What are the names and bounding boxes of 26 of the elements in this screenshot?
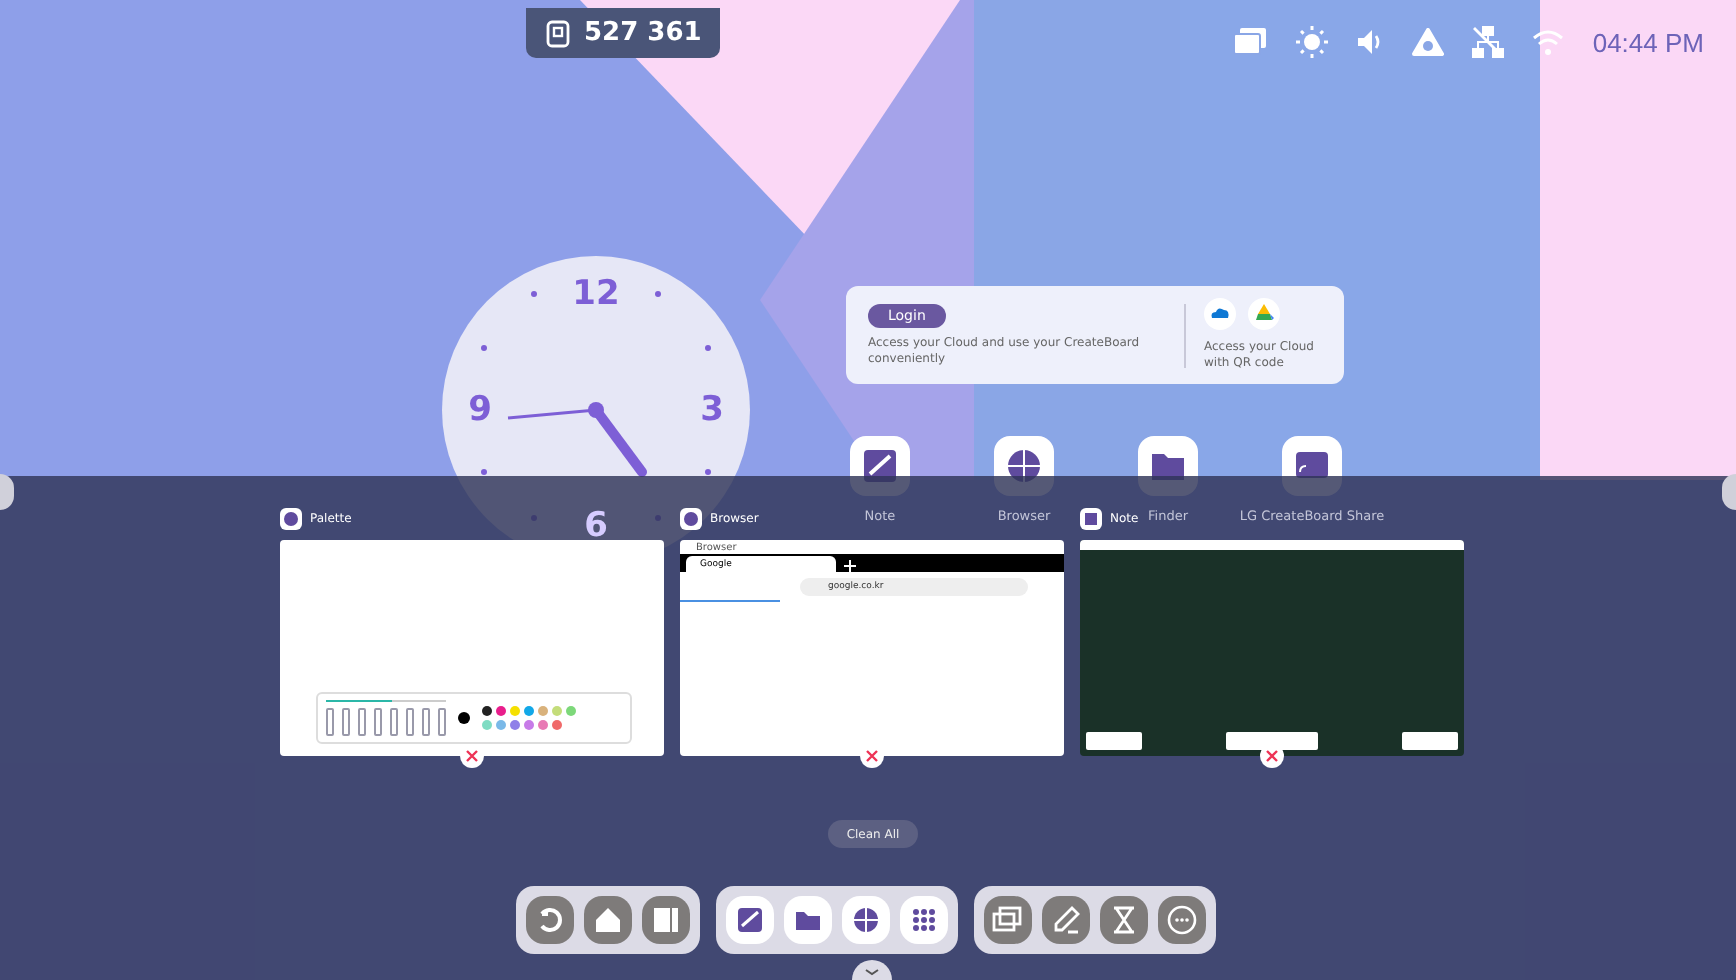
close-icon[interactable] xyxy=(860,744,884,768)
clock-numeral: 9 xyxy=(466,388,494,432)
app-preview[interactable] xyxy=(1080,540,1464,756)
clock-time: 04:44 PM xyxy=(1592,27,1704,57)
split-view-icon[interactable] xyxy=(642,896,690,944)
close-icon[interactable] xyxy=(1260,744,1284,768)
clock-numeral: 6 xyxy=(582,504,610,548)
cloud-icon[interactable] xyxy=(1204,298,1236,330)
clock-numeral: 3 xyxy=(698,388,726,432)
pen-icon[interactable] xyxy=(1042,896,1090,944)
new-tab-icon[interactable] xyxy=(844,560,856,572)
globe-app-icon[interactable] xyxy=(842,896,890,944)
folder-app-icon[interactable] xyxy=(784,896,832,944)
screen-code: 527 361 xyxy=(584,18,702,48)
clock-numeral: 12 xyxy=(572,272,620,316)
collapse-icon[interactable] xyxy=(852,960,892,980)
more-icon[interactable] xyxy=(1158,896,1206,944)
screen-share-icon xyxy=(544,19,572,47)
back-icon[interactable] xyxy=(526,896,574,944)
pen-board-app-icon[interactable] xyxy=(726,896,774,944)
app-grid-icon[interactable] xyxy=(900,896,948,944)
hourglass-icon[interactable] xyxy=(1100,896,1148,944)
drive-icon[interactable] xyxy=(1248,298,1280,330)
close-icon[interactable] xyxy=(460,744,484,768)
home-icon[interactable] xyxy=(584,896,632,944)
screen-share-icon[interactable] xyxy=(984,896,1032,944)
